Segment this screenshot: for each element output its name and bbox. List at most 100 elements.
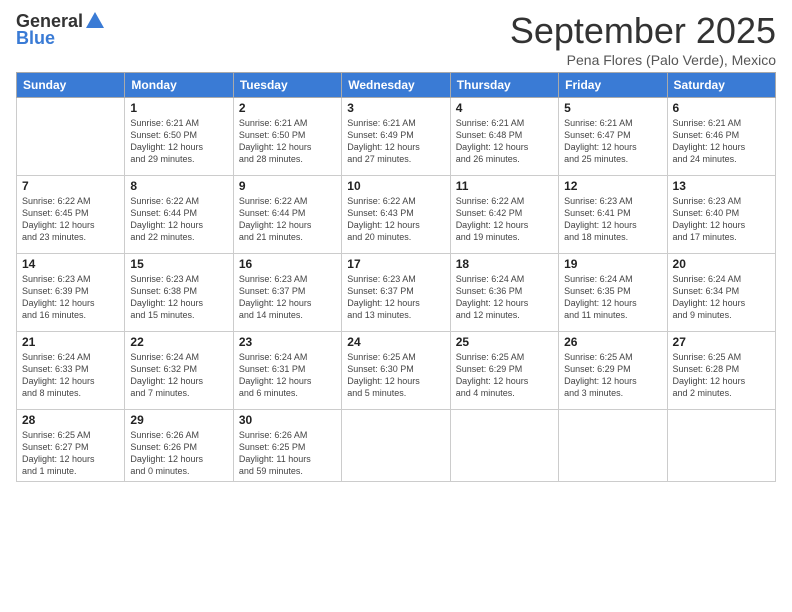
calendar-header-row: Sunday Monday Tuesday Wednesday Thursday… [17,73,776,98]
calendar-week-2: 14 Sunrise: 6:23 AM Sunset: 6:39 PM Dayli… [17,254,776,332]
header-wednesday: Wednesday [342,73,450,98]
day-number: 3 [347,101,444,115]
day-number: 12 [564,179,661,193]
day-info: Sunrise: 6:25 AM Sunset: 6:30 PM Dayligh… [347,351,444,400]
day-info: Sunrise: 6:26 AM Sunset: 6:26 PM Dayligh… [130,429,227,478]
day-number: 14 [22,257,119,271]
day-number: 23 [239,335,336,349]
calendar-cell [450,410,558,482]
day-number: 16 [239,257,336,271]
day-number: 7 [22,179,119,193]
calendar-cell: 29 Sunrise: 6:26 AM Sunset: 6:26 PM Dayli… [125,410,233,482]
calendar-cell: 16 Sunrise: 6:23 AM Sunset: 6:37 PM Dayli… [233,254,341,332]
day-number: 30 [239,413,336,427]
day-info: Sunrise: 6:23 AM Sunset: 6:37 PM Dayligh… [347,273,444,322]
day-info: Sunrise: 6:23 AM Sunset: 6:41 PM Dayligh… [564,195,661,244]
day-number: 13 [673,179,770,193]
day-number: 22 [130,335,227,349]
day-info: Sunrise: 6:25 AM Sunset: 6:27 PM Dayligh… [22,429,119,478]
day-info: Sunrise: 6:24 AM Sunset: 6:32 PM Dayligh… [130,351,227,400]
day-number: 6 [673,101,770,115]
calendar-cell: 13 Sunrise: 6:23 AM Sunset: 6:40 PM Dayli… [667,176,775,254]
calendar-cell: 21 Sunrise: 6:24 AM Sunset: 6:33 PM Dayli… [17,332,125,410]
day-number: 5 [564,101,661,115]
day-info: Sunrise: 6:22 AM Sunset: 6:45 PM Dayligh… [22,195,119,244]
calendar-cell: 3 Sunrise: 6:21 AM Sunset: 6:49 PM Daylig… [342,98,450,176]
day-info: Sunrise: 6:21 AM Sunset: 6:50 PM Dayligh… [130,117,227,166]
calendar-cell: 5 Sunrise: 6:21 AM Sunset: 6:47 PM Daylig… [559,98,667,176]
day-number: 8 [130,179,227,193]
day-info: Sunrise: 6:23 AM Sunset: 6:37 PM Dayligh… [239,273,336,322]
day-number: 20 [673,257,770,271]
day-number: 29 [130,413,227,427]
day-number: 26 [564,335,661,349]
day-info: Sunrise: 6:24 AM Sunset: 6:35 PM Dayligh… [564,273,661,322]
calendar-cell: 20Sunrise: 6:24 AM Sunset: 6:34 PM Dayli… [667,254,775,332]
day-info: Sunrise: 6:22 AM Sunset: 6:42 PM Dayligh… [456,195,553,244]
calendar-cell: 23Sunrise: 6:24 AM Sunset: 6:31 PM Dayli… [233,332,341,410]
calendar-cell: 2Sunrise: 6:21 AM Sunset: 6:50 PM Daylig… [233,98,341,176]
day-info: Sunrise: 6:23 AM Sunset: 6:38 PM Dayligh… [130,273,227,322]
calendar-cell: 22 Sunrise: 6:24 AM Sunset: 6:32 PM Dayli… [125,332,233,410]
calendar-cell: 1 Sunrise: 6:21 AM Sunset: 6:50 PM Daylig… [125,98,233,176]
calendar-cell: 7 Sunrise: 6:22 AM Sunset: 6:45 PM Daylig… [17,176,125,254]
day-number: 21 [22,335,119,349]
calendar-cell: 18 Sunrise: 6:24 AM Sunset: 6:36 PM Dayli… [450,254,558,332]
calendar-cell: 4Sunrise: 6:21 AM Sunset: 6:48 PM Daylig… [450,98,558,176]
header-tuesday: Tuesday [233,73,341,98]
calendar-cell: 15Sunrise: 6:23 AM Sunset: 6:38 PM Dayli… [125,254,233,332]
header-friday: Friday [559,73,667,98]
header: General Blue September 2025 Pena Flores … [16,10,776,68]
day-number: 2 [239,101,336,115]
logo-icon [84,10,106,32]
calendar-cell [342,410,450,482]
calendar-week-1: 7 Sunrise: 6:22 AM Sunset: 6:45 PM Daylig… [17,176,776,254]
calendar-cell: 11 Sunrise: 6:22 AM Sunset: 6:42 PM Dayli… [450,176,558,254]
day-info: Sunrise: 6:21 AM Sunset: 6:46 PM Dayligh… [673,117,770,166]
calendar-cell: 30 Sunrise: 6:26 AM Sunset: 6:25 PM Dayli… [233,410,341,482]
month-title: September 2025 [510,10,776,52]
day-info: Sunrise: 6:25 AM Sunset: 6:28 PM Dayligh… [673,351,770,400]
header-thursday: Thursday [450,73,558,98]
day-number: 1 [130,101,227,115]
day-info: Sunrise: 6:22 AM Sunset: 6:44 PM Dayligh… [130,195,227,244]
header-sunday: Sunday [17,73,125,98]
day-info: Sunrise: 6:24 AM Sunset: 6:33 PM Dayligh… [22,351,119,400]
day-number: 28 [22,413,119,427]
day-info: Sunrise: 6:25 AM Sunset: 6:29 PM Dayligh… [456,351,553,400]
calendar-cell: 19 Sunrise: 6:24 AM Sunset: 6:35 PM Dayli… [559,254,667,332]
day-info: Sunrise: 6:24 AM Sunset: 6:36 PM Dayligh… [456,273,553,322]
day-number: 11 [456,179,553,193]
calendar-table: Sunday Monday Tuesday Wednesday Thursday… [16,72,776,482]
calendar-cell: 10Sunrise: 6:22 AM Sunset: 6:43 PM Dayli… [342,176,450,254]
calendar-cell: 9Sunrise: 6:22 AM Sunset: 6:44 PM Daylig… [233,176,341,254]
day-info: Sunrise: 6:21 AM Sunset: 6:47 PM Dayligh… [564,117,661,166]
day-info: Sunrise: 6:23 AM Sunset: 6:40 PM Dayligh… [673,195,770,244]
day-number: 4 [456,101,553,115]
day-info: Sunrise: 6:26 AM Sunset: 6:25 PM Dayligh… [239,429,336,478]
day-number: 24 [347,335,444,349]
day-number: 19 [564,257,661,271]
header-saturday: Saturday [667,73,775,98]
day-info: Sunrise: 6:25 AM Sunset: 6:29 PM Dayligh… [564,351,661,400]
calendar-cell [17,98,125,176]
calendar-cell: 26 Sunrise: 6:25 AM Sunset: 6:29 PM Dayli… [559,332,667,410]
calendar-cell: 24 Sunrise: 6:25 AM Sunset: 6:30 PM Dayli… [342,332,450,410]
logo: General Blue [16,10,107,49]
header-monday: Monday [125,73,233,98]
day-info: Sunrise: 6:23 AM Sunset: 6:39 PM Dayligh… [22,273,119,322]
page: General Blue September 2025 Pena Flores … [0,0,792,612]
day-info: Sunrise: 6:22 AM Sunset: 6:43 PM Dayligh… [347,195,444,244]
calendar-cell: 28 Sunrise: 6:25 AM Sunset: 6:27 PM Dayli… [17,410,125,482]
day-info: Sunrise: 6:21 AM Sunset: 6:49 PM Dayligh… [347,117,444,166]
day-number: 18 [456,257,553,271]
calendar-week-0: 1 Sunrise: 6:21 AM Sunset: 6:50 PM Daylig… [17,98,776,176]
calendar-cell: 8 Sunrise: 6:22 AM Sunset: 6:44 PM Daylig… [125,176,233,254]
calendar-cell: 6 Sunrise: 6:21 AM Sunset: 6:46 PM Daylig… [667,98,775,176]
calendar-week-3: 21 Sunrise: 6:24 AM Sunset: 6:33 PM Dayli… [17,332,776,410]
calendar-cell [667,410,775,482]
day-number: 9 [239,179,336,193]
calendar-cell [559,410,667,482]
calendar-week-4: 28 Sunrise: 6:25 AM Sunset: 6:27 PM Dayli… [17,410,776,482]
subtitle: Pena Flores (Palo Verde), Mexico [510,52,776,68]
